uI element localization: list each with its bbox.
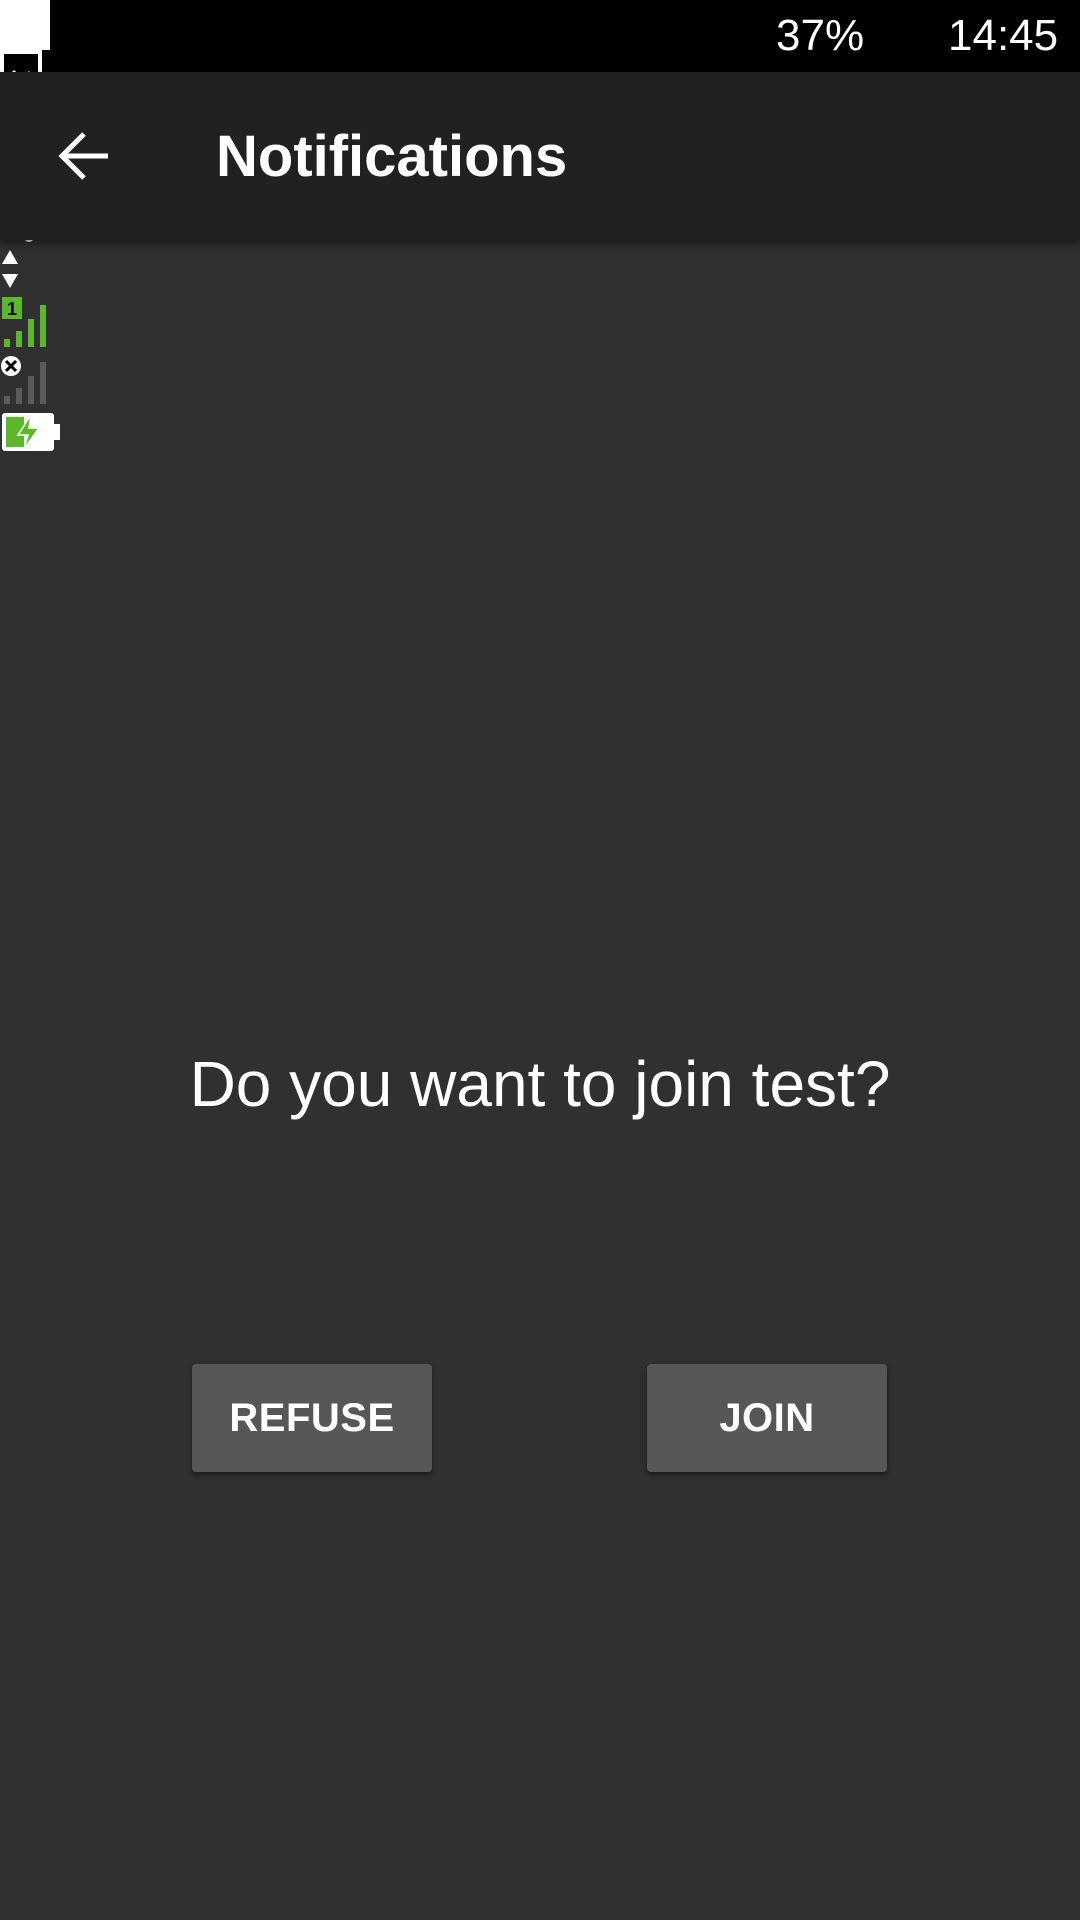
- refuse-button[interactable]: REFUSE: [192, 1364, 432, 1472]
- white-square-icon: [0, 0, 50, 50]
- refuse-button-label: REFUSE: [229, 1395, 395, 1440]
- app-bar: Notifications: [0, 72, 1080, 240]
- signal-sim2-no-service-icon: [0, 354, 1080, 411]
- clock: 14:45: [948, 11, 1059, 60]
- battery-percent: 37%: [776, 11, 865, 60]
- back-button[interactable]: [30, 112, 138, 200]
- data-arrows-icon: [0, 248, 1080, 295]
- screen: 1 37% 14:45 Notifications Do you want to…: [0, 0, 1080, 1920]
- battery-charging-icon: [0, 411, 1080, 458]
- join-question: Do you want to join test?: [189, 1048, 891, 1120]
- arrow-back-icon: [58, 132, 108, 180]
- join-button[interactable]: JOIN: [647, 1364, 887, 1472]
- join-button-label: JOIN: [719, 1395, 815, 1440]
- svg-text:1: 1: [7, 299, 17, 319]
- signal-sim1-icon: 1: [0, 295, 1080, 354]
- page-title: Notifications: [216, 124, 568, 189]
- status-bar: 1 37% 14:45: [0, 0, 1080, 451]
